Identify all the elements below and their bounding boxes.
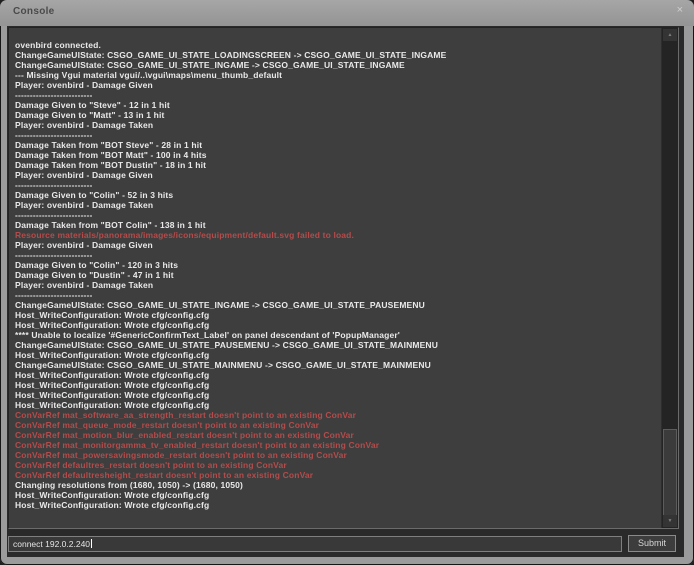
console-line: ConVarRef mat_monitorgamma_tv_enabled_re… [15,440,656,450]
command-input-value: connect 192.0.2.240 [13,539,90,549]
console-line: Damage Taken from "BOT Colin" - 138 in 1… [15,220,656,230]
scrollbar[interactable]: ▲ ▼ [661,28,678,528]
console-line: Host_WriteConfiguration: Wrote cfg/confi… [15,350,656,360]
console-line: -------------------------- [15,290,656,300]
console-line: ConVarRef defaultres_restart doesn't poi… [15,460,656,470]
console-line: Player: ovenbird - Damage Taken [15,280,656,290]
console-line: Host_WriteConfiguration: Wrote cfg/confi… [15,490,656,500]
console-line: ChangeGameUIState: CSGO_GAME_UI_STATE_IN… [15,60,656,70]
console-line: ConVarRef defaultresheight_restart doesn… [15,470,656,480]
close-icon[interactable]: × [677,4,683,16]
text-caret [91,539,92,548]
console-line: Player: ovenbird - Damage Given [15,170,656,180]
console-line: Host_WriteConfiguration: Wrote cfg/confi… [15,320,656,330]
console-line: Player: ovenbird - Damage Given [15,80,656,90]
console-line: ConVarRef mat_powersavingsmode_restart d… [15,450,656,460]
console-line: Host_WriteConfiguration: Wrote cfg/confi… [15,310,656,320]
console-line: Host_WriteConfiguration: Wrote cfg/confi… [15,370,656,380]
console-line: Host_WriteConfiguration: Wrote cfg/confi… [15,400,656,410]
console-line: Damage Given to "Colin" - 52 in 3 hits [15,190,656,200]
console-line: Damage Given to "Dustin" - 47 in 1 hit [15,270,656,280]
console-line: Resource materials/panorama/images/icons… [15,230,656,240]
console-line: ConVarRef mat_motion_blur_enabled_restar… [15,430,656,440]
console-line: -------------------------- [15,130,656,140]
console-line: ChangeGameUIState: CSGO_GAME_UI_STATE_MA… [15,360,656,370]
console-line: ChangeGameUIState: CSGO_GAME_UI_STATE_LO… [15,50,656,60]
console-line: Changing resolutions from (1680, 1050) -… [15,480,656,490]
console-line: Damage Taken from "BOT Dustin" - 18 in 1… [15,160,656,170]
console-log: ovenbird connected.ChangeGameUIState: CS… [15,40,656,510]
console-line: ChangeGameUIState: CSGO_GAME_UI_STATE_IN… [15,300,656,310]
console-line: -------------------------- [15,90,656,100]
console-line: Damage Given to "Matt" - 13 in 1 hit [15,110,656,120]
console-output[interactable]: ovenbird connected.ChangeGameUIState: CS… [8,27,679,529]
console-window: Console × ovenbird connected.ChangeGameU… [0,0,694,565]
console-line: Host_WriteConfiguration: Wrote cfg/confi… [15,380,656,390]
console-line: -------------------------- [15,250,656,260]
command-input[interactable]: connect 192.0.2.240 [8,536,622,552]
scrollbar-thumb[interactable] [663,429,677,518]
console-content: ovenbird connected.ChangeGameUIState: CS… [7,26,684,557]
console-line: **** Unable to localize '#GenericConfirm… [15,330,656,340]
window-title: Console [13,6,55,17]
console-line: -------------------------- [15,210,656,220]
console-line: ConVarRef mat_queue_mode_restart doesn't… [15,420,656,430]
console-line: Host_WriteConfiguration: Wrote cfg/confi… [15,500,656,510]
console-line: Damage Taken from "BOT Steve" - 28 in 1 … [15,140,656,150]
scroll-up-icon[interactable]: ▲ [663,29,677,41]
console-line: Damage Taken from "BOT Matt" - 100 in 4 … [15,150,656,160]
console-line: -------------------------- [15,180,656,190]
console-line: Damage Given to "Colin" - 120 in 3 hits [15,260,656,270]
scroll-down-icon[interactable]: ▼ [663,515,677,527]
console-line: Player: ovenbird - Damage Given [15,240,656,250]
console-line: Host_WriteConfiguration: Wrote cfg/confi… [15,390,656,400]
title-bar[interactable]: Console × [0,0,694,26]
console-line: --- Missing Vgui material vgui/..\vgui\m… [15,70,656,80]
console-line: Damage Given to "Steve" - 12 in 1 hit [15,100,656,110]
console-line: ConVarRef mat_software_aa_strength_resta… [15,410,656,420]
console-line: ChangeGameUIState: CSGO_GAME_UI_STATE_PA… [15,340,656,350]
console-line: Player: ovenbird - Damage Taken [15,120,656,130]
console-line: ovenbird connected. [15,40,656,50]
submit-button[interactable]: Submit [628,535,676,552]
console-line: Player: ovenbird - Damage Taken [15,200,656,210]
